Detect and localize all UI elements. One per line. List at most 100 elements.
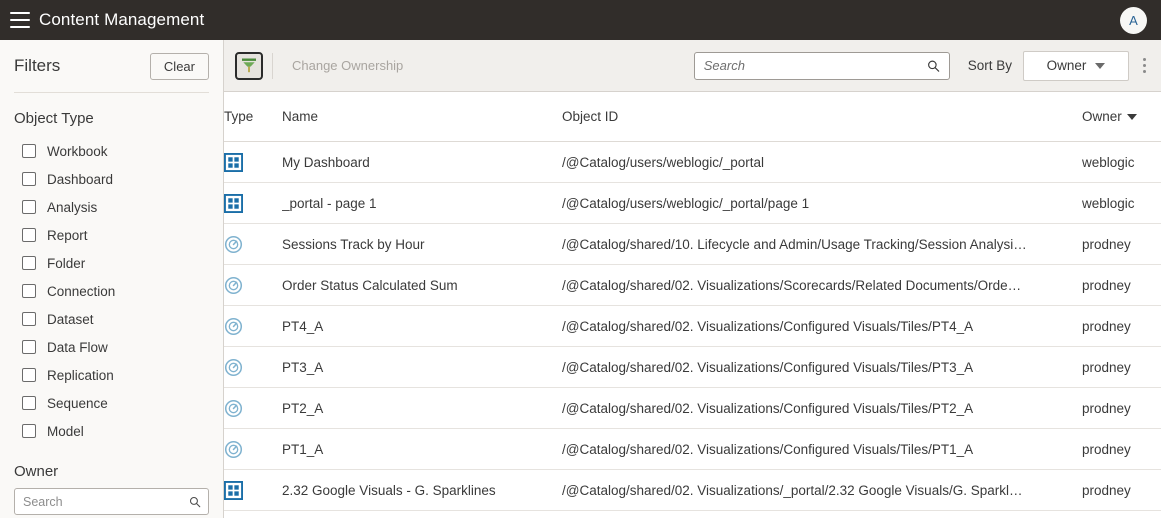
row-object-id-cell: /@Catalog/users/weblogic/_portal	[562, 141, 1082, 183]
checkbox-model[interactable]	[22, 424, 36, 438]
row-type-cell	[224, 264, 282, 306]
column-header-name[interactable]: Name	[282, 92, 562, 142]
dashboard-icon	[224, 480, 243, 500]
row-owner-cell: prodney	[1082, 223, 1161, 265]
sort-by-value: Owner	[1046, 58, 1087, 73]
table-row[interactable]: PT1_A /@Catalog/shared/02. Visualization…	[224, 428, 1161, 470]
checkbox-dataset[interactable]	[22, 312, 36, 326]
checkbox-replication[interactable]	[22, 368, 36, 382]
avatar[interactable]: A	[1120, 6, 1147, 34]
object-type-facet-list: Workbook Dashboard Analysis Report Folde…	[14, 137, 209, 445]
facet-label: Workbook	[47, 143, 108, 159]
results-table-container: Type Name Object ID Owner My Dashboard /…	[224, 92, 1161, 518]
table-row[interactable]: PT2_A /@Catalog/shared/02. Visualization…	[224, 387, 1161, 429]
table-row[interactable]: Sessions Track by Hour /@Catalog/shared/…	[224, 223, 1161, 265]
facet-label: Sequence	[47, 395, 108, 411]
row-object-id-cell: /@Catalog/shared/02. Visualizations/Conf…	[562, 305, 1082, 347]
column-header-object-id[interactable]: Object ID	[562, 92, 1082, 142]
checkbox-workbook[interactable]	[22, 144, 36, 158]
table-row[interactable]: 2.32 Google Visuals - G. Sparklines /@Ca…	[224, 469, 1161, 511]
row-name-cell[interactable]: Sessions Track by Hour	[282, 223, 562, 265]
row-owner-cell: prodney	[1082, 387, 1161, 429]
facet-item-dashboard[interactable]: Dashboard	[22, 165, 209, 193]
row-owner-cell: prodney	[1082, 346, 1161, 388]
column-header-owner[interactable]: Owner	[1082, 92, 1161, 142]
checkbox-data-flow[interactable]	[22, 340, 36, 354]
overflow-menu-button[interactable]	[1133, 49, 1155, 83]
row-name-cell[interactable]: Order Status Calculated Sum	[282, 264, 562, 306]
row-type-cell	[224, 141, 282, 183]
owner-search-input[interactable]	[15, 489, 208, 514]
filters-panel: Filters Clear Object Type Workbook Dashb…	[0, 40, 224, 518]
dashboard-icon	[224, 152, 243, 172]
row-owner-cell: prodney	[1082, 428, 1161, 470]
content-area: Change Ownership Sort By Owner	[224, 40, 1161, 518]
owner-search[interactable]	[14, 488, 209, 515]
row-object-id-cell: /@Catalog/shared/10. Lifecycle and Admin…	[562, 223, 1082, 265]
checkbox-sequence[interactable]	[22, 396, 36, 410]
sort-by-label: Sort By	[967, 58, 1012, 73]
table-row[interactable]: Order Status Calculated Sum /@Catalog/sh…	[224, 264, 1161, 306]
facet-item-analysis[interactable]: Analysis	[22, 193, 209, 221]
row-object-id-cell: /@Catalog/shared/02. Visualizations/Conf…	[562, 387, 1082, 429]
results-table: Type Name Object ID Owner My Dashboard /…	[224, 92, 1161, 511]
toolbar-separator	[272, 52, 273, 79]
object-id-text: /@Catalog/shared/02. Visualizations/Conf…	[562, 400, 974, 416]
checkbox-dashboard[interactable]	[22, 172, 36, 186]
column-header-type[interactable]: Type	[224, 92, 282, 142]
object-id-text: /@Catalog/shared/02. Visualizations/Conf…	[562, 441, 974, 457]
row-name-cell[interactable]: My Dashboard	[282, 141, 562, 183]
checkbox-analysis[interactable]	[22, 200, 36, 214]
sort-by-select[interactable]: Owner	[1023, 50, 1129, 81]
table-row[interactable]: _portal - page 1 /@Catalog/users/weblogi…	[224, 182, 1161, 224]
object-id-text: /@Catalog/shared/02. Visualizations/Scor…	[562, 277, 1022, 293]
facet-item-model[interactable]: Model	[22, 417, 209, 445]
object-type-facet-title: Object Type	[14, 110, 94, 127]
row-type-cell	[224, 305, 282, 347]
content-management-app: Content Management A Filters Clear Objec…	[0, 0, 1161, 518]
row-object-id-cell: /@Catalog/users/weblogic/_portal/page 1	[562, 182, 1082, 224]
row-object-id-cell: /@Catalog/shared/02. Visualizations/Conf…	[562, 428, 1082, 470]
analysis-gauge-icon	[224, 399, 243, 417]
table-body: My Dashboard /@Catalog/users/weblogic/_p…	[224, 141, 1161, 511]
facet-item-data-flow[interactable]: Data Flow	[22, 333, 209, 361]
app-header: Content Management A	[0, 0, 1161, 40]
facet-item-report[interactable]: Report	[22, 221, 209, 249]
facet-item-dataset[interactable]: Dataset	[22, 305, 209, 333]
facet-item-connection[interactable]: Connection	[22, 277, 209, 305]
change-ownership-button[interactable]: Change Ownership	[281, 51, 414, 80]
facet-label: Data Flow	[47, 339, 108, 355]
table-row[interactable]: PT3_A /@Catalog/shared/02. Visualization…	[224, 346, 1161, 388]
row-object-id-cell: /@Catalog/shared/02. Visualizations/Scor…	[562, 264, 1082, 306]
row-type-cell	[224, 387, 282, 429]
clear-filters-button[interactable]: Clear	[149, 52, 209, 80]
facet-item-workbook[interactable]: Workbook	[22, 137, 209, 165]
filter-toggle-button[interactable]	[235, 51, 263, 80]
checkbox-report[interactable]	[22, 228, 36, 242]
row-name-cell[interactable]: 2.32 Google Visuals - G. Sparklines	[282, 469, 562, 511]
row-name-cell[interactable]: PT4_A	[282, 305, 562, 347]
row-name-cell[interactable]: PT3_A	[282, 346, 562, 388]
analysis-gauge-icon	[224, 276, 243, 294]
checkbox-connection[interactable]	[22, 284, 36, 298]
checkbox-folder[interactable]	[22, 256, 36, 270]
table-row[interactable]: My Dashboard /@Catalog/users/weblogic/_p…	[224, 141, 1161, 183]
row-object-id-cell: /@Catalog/shared/02. Visualizations/_por…	[562, 469, 1082, 511]
row-name-cell[interactable]: PT2_A	[282, 387, 562, 429]
table-row[interactable]: PT4_A /@Catalog/shared/02. Visualization…	[224, 305, 1161, 347]
search-input[interactable]	[694, 52, 949, 79]
hamburger-icon[interactable]	[10, 12, 30, 28]
row-type-cell	[224, 469, 282, 511]
row-object-id-cell: /@Catalog/shared/02. Visualizations/Conf…	[562, 346, 1082, 388]
row-name-cell[interactable]: PT1_A	[282, 428, 562, 470]
page-title: Content Management	[39, 10, 205, 29]
facet-item-sequence[interactable]: Sequence	[22, 389, 209, 417]
row-name-cell[interactable]: _portal - page 1	[282, 182, 562, 224]
facet-item-folder[interactable]: Folder	[22, 249, 209, 277]
caret-down-icon	[1126, 113, 1137, 120]
content-search[interactable]	[693, 51, 950, 80]
filters-header: Filters Clear	[14, 40, 209, 92]
row-owner-cell: weblogic	[1082, 141, 1161, 183]
filters-title: Filters	[14, 56, 61, 75]
facet-item-replication[interactable]: Replication	[22, 361, 209, 389]
